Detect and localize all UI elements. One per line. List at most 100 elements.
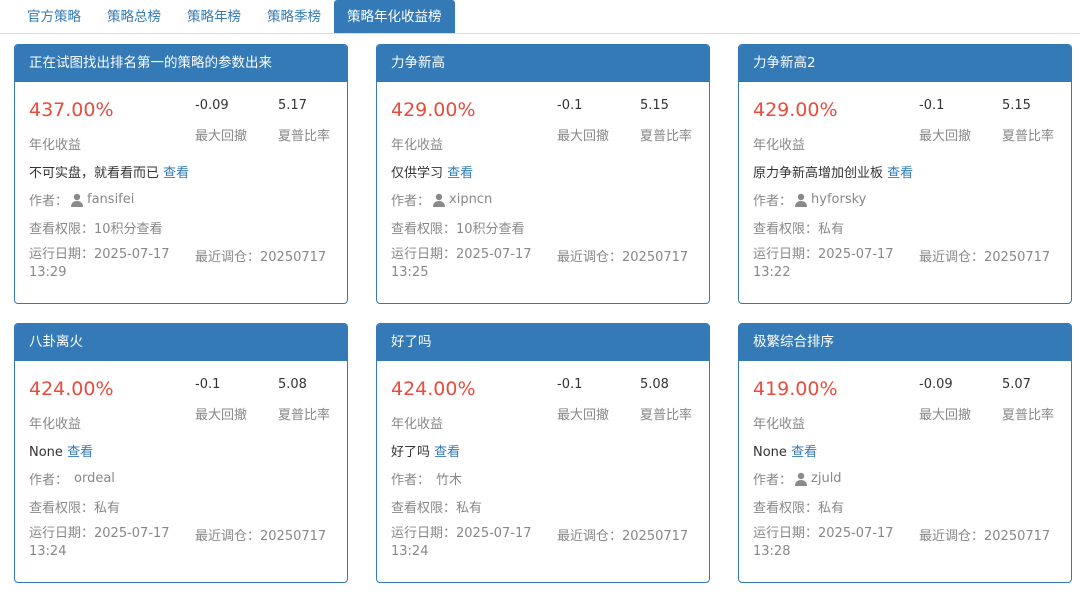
sharpe-ratio-value: 5.08 (278, 377, 307, 392)
view-link[interactable]: 查看 (791, 445, 817, 460)
sharpe-ratio-label: 夏普比率 (278, 129, 331, 144)
strategy-description: None 查看 (29, 441, 93, 460)
author-label: 作者： (753, 194, 793, 209)
permission-value: 私有 (818, 222, 845, 237)
strategy-description: None 查看 (753, 441, 817, 460)
run-time-value: 13:28 (753, 544, 791, 559)
max-drawdown-value: -0.09 (919, 377, 953, 392)
last-rebalance-label: 最近调仓： (919, 250, 985, 265)
author-row: 作者： fansifei (29, 190, 134, 209)
view-permission: 查看权限：10积分查看 (29, 218, 163, 237)
author-label: 作者： (753, 473, 793, 488)
author-name: zjuld (811, 471, 842, 486)
annual-return-value: 424.00% (29, 378, 114, 400)
run-date: 运行日期：2025-07-17 13:25 (391, 246, 532, 282)
last-rebalance-value: 20250717 (984, 250, 1051, 265)
run-date: 运行日期：2025-07-17 13:24 (391, 525, 532, 561)
run-date: 运行日期：2025-07-17 13:28 (753, 525, 894, 561)
strategy-card: 正在试图找出排名第一的策略的参数出来 437.00% 年化收益 -0.09 最大… (14, 44, 348, 304)
view-link[interactable]: 查看 (163, 166, 189, 181)
author-label: 作者： (29, 473, 69, 488)
max-drawdown-label: 最大回撤 (919, 408, 972, 423)
run-date-label: 运行日期： (391, 247, 457, 262)
view-link[interactable]: 查看 (887, 166, 913, 181)
view-permission: 查看权限：私有 (29, 497, 120, 516)
run-date: 运行日期：2025-07-17 13:22 (753, 246, 894, 282)
author-name: 竹木 (436, 473, 463, 488)
view-permission: 查看权限：私有 (391, 497, 482, 516)
strategy-title: 力争新高2 (739, 45, 1071, 82)
author-row: 作者： xipncn (391, 190, 492, 209)
sharpe-ratio-label: 夏普比率 (1002, 408, 1055, 423)
author-label: 作者： (391, 194, 431, 209)
permission-value: 私有 (818, 501, 845, 516)
strategy-title: 好了吗 (377, 324, 709, 361)
strategy-description: 仅供学习 查看 (391, 162, 473, 181)
strategy-card: 力争新高 429.00% 年化收益 -0.1 最大回撤 5.15 夏普比率 仅供… (376, 44, 710, 304)
sharpe-ratio-value: 5.17 (278, 98, 307, 113)
strategy-title: 八卦离火 (15, 324, 347, 361)
run-date: 运行日期：2025-07-17 13:24 (29, 525, 170, 561)
description-text: None (29, 445, 63, 460)
author-name: ordeal (74, 471, 115, 486)
run-date-value: 2025-07-17 (456, 526, 532, 541)
strategy-title: 力争新高 (377, 45, 709, 82)
author-row: 作者： 竹木 (391, 469, 462, 488)
strategy-card: 好了吗 424.00% 年化收益 -0.1 最大回撤 5.08 夏普比率 好了吗… (376, 323, 710, 583)
annual-return-label: 年化收益 (29, 138, 82, 153)
permission-label: 查看权限： (391, 222, 457, 237)
view-permission: 查看权限：10积分查看 (391, 218, 525, 237)
max-drawdown-label: 最大回撤 (195, 129, 248, 144)
run-date-value: 2025-07-17 (94, 526, 170, 541)
strategy-card-grid: 正在试图找出排名第一的策略的参数出来 437.00% 年化收益 -0.09 最大… (0, 0, 1080, 594)
run-date-value: 2025-07-17 (818, 526, 894, 541)
last-rebalance: 最近调仓：20250717 (557, 525, 688, 544)
annual-return-label: 年化收益 (753, 138, 806, 153)
annual-return-label: 年化收益 (391, 138, 444, 153)
sharpe-ratio-label: 夏普比率 (640, 129, 693, 144)
last-rebalance-value: 20250717 (622, 529, 689, 544)
view-permission: 查看权限：私有 (753, 497, 844, 516)
author-row: 作者： ordeal (29, 469, 115, 488)
annual-return-value: 437.00% (29, 99, 114, 121)
max-drawdown-value: -0.1 (919, 98, 945, 113)
permission-value: 10积分查看 (94, 222, 163, 237)
max-drawdown-label: 最大回撤 (557, 129, 610, 144)
description-text: 好了吗 (391, 445, 431, 460)
sharpe-ratio-label: 夏普比率 (278, 408, 331, 423)
strategy-card: 八卦离火 424.00% 年化收益 -0.1 最大回撤 5.08 夏普比率 No… (14, 323, 348, 583)
run-date-value: 2025-07-17 (94, 247, 170, 262)
user-icon (794, 193, 808, 207)
permission-value: 私有 (456, 501, 483, 516)
annual-return-label: 年化收益 (753, 417, 806, 432)
run-date-label: 运行日期： (29, 526, 95, 541)
view-link[interactable]: 查看 (447, 166, 473, 181)
annual-return-value: 429.00% (753, 99, 838, 121)
author-name: xipncn (449, 192, 493, 207)
sharpe-ratio-value: 5.07 (1002, 377, 1031, 392)
description-text: 原力争新高增加创业板 (753, 166, 884, 181)
last-rebalance-value: 20250717 (622, 250, 689, 265)
strategy-title: 正在试图找出排名第一的策略的参数出来 (15, 45, 347, 82)
strategy-card: 极繁综合排序 419.00% 年化收益 -0.09 最大回撤 5.07 夏普比率… (738, 323, 1072, 583)
author-row: 作者： zjuld (753, 469, 842, 488)
last-rebalance-label: 最近调仓： (195, 529, 261, 544)
view-link[interactable]: 查看 (434, 445, 460, 460)
last-rebalance-label: 最近调仓： (557, 250, 623, 265)
strategy-title: 极繁综合排序 (739, 324, 1071, 361)
strategy-description: 原力争新高增加创业板 查看 (753, 162, 913, 181)
permission-label: 查看权限： (391, 501, 457, 516)
last-rebalance-label: 最近调仓： (195, 250, 261, 265)
sharpe-ratio-label: 夏普比率 (640, 408, 693, 423)
sharpe-ratio-value: 5.15 (640, 98, 669, 113)
author-row: 作者： hyforsky (753, 190, 866, 209)
view-link[interactable]: 查看 (67, 445, 93, 460)
max-drawdown-value: -0.1 (557, 98, 583, 113)
permission-value: 10积分查看 (456, 222, 525, 237)
run-date-label: 运行日期： (753, 526, 819, 541)
run-time-value: 13:22 (753, 265, 791, 280)
permission-label: 查看权限： (29, 222, 95, 237)
run-time-value: 13:29 (29, 265, 67, 280)
user-icon (794, 472, 808, 486)
author-name: fansifei (87, 192, 135, 207)
